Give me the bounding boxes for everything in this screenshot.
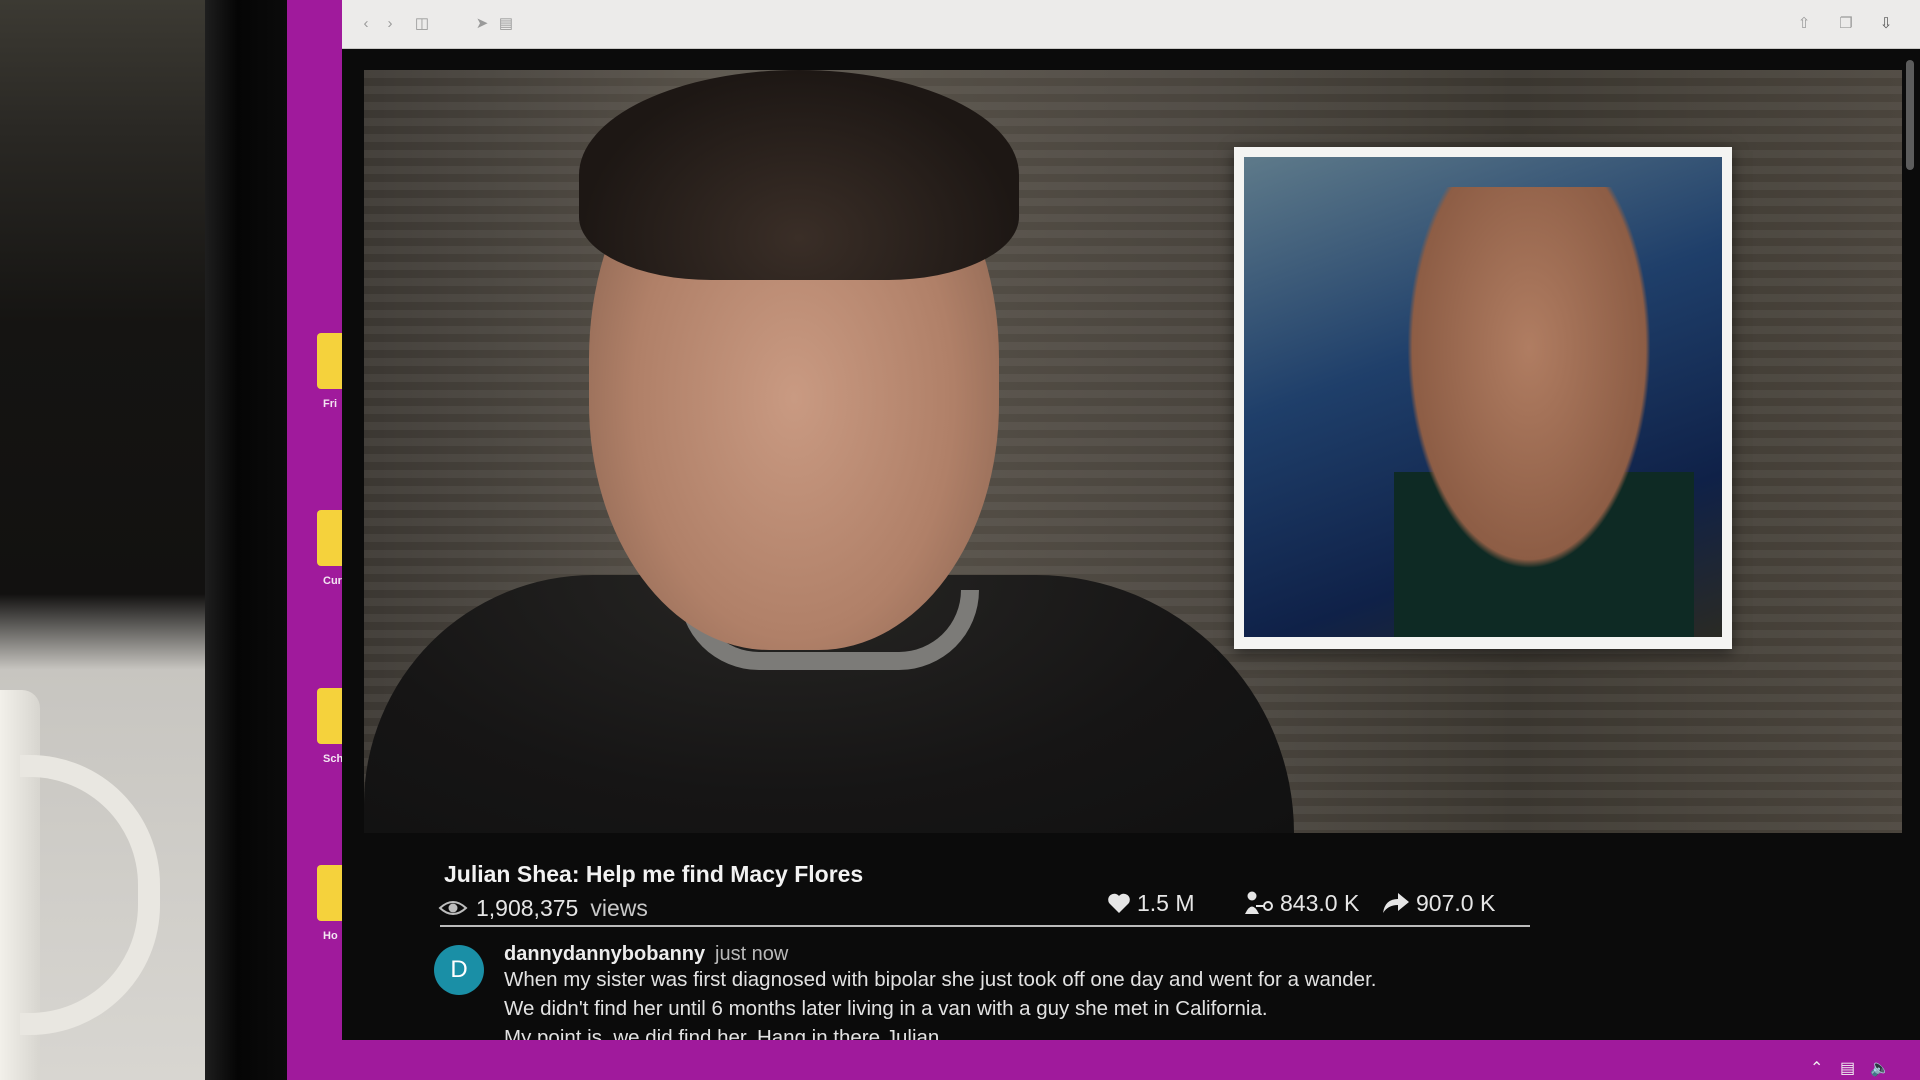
inset-photo (1244, 157, 1722, 637)
back-arrow-icon[interactable]: ‹ (358, 14, 374, 34)
scrollbar[interactable] (1906, 60, 1914, 170)
folder-icon[interactable] (317, 865, 343, 921)
tab-icon[interactable]: ▤ (498, 14, 514, 34)
views-row: 1,908,375 views (438, 893, 648, 923)
video-subject-hair (579, 70, 1019, 280)
monitor-bezel (205, 0, 287, 1080)
desktop-icon-label: Sch (323, 753, 344, 765)
views-label: views (590, 894, 648, 921)
desktop-icon-label: Cur (323, 575, 342, 587)
cursor-icon[interactable]: ➤ (474, 14, 490, 34)
inset-photo-frame (1234, 147, 1732, 649)
browser-window: ‹ › ◫ ➤ ▤ ⇧ ❐ ⇩ Julian Shea: Help me fin… (342, 0, 1920, 1049)
comment-author[interactable]: dannydannybobanny (504, 943, 705, 966)
video-info-panel: Julian Shea: Help me find Macy Flores 1,… (342, 833, 1920, 1049)
shares-count: 907.0 K (1416, 889, 1496, 916)
download-icon[interactable]: ⇩ (1878, 14, 1894, 34)
share-arrow-icon (1383, 893, 1409, 913)
forward-arrow-icon[interactable]: › (382, 14, 398, 34)
desktop-icon-label: Fri (323, 398, 338, 410)
connections-count: 843.0 K (1280, 889, 1360, 916)
likes-count: 1.5 M (1137, 889, 1195, 916)
comment-timestamp: just now (715, 943, 789, 965)
sidebar-icon[interactable]: ◫ (414, 14, 430, 34)
desktop-icon-label: Ho (323, 930, 338, 942)
shares-stat[interactable]: 907.0 K (1382, 887, 1495, 919)
folder-icon[interactable] (317, 688, 343, 744)
video-player[interactable] (364, 70, 1902, 833)
eye-icon (438, 901, 468, 915)
volume-icon[interactable]: 🔈 (1870, 1058, 1890, 1078)
share-icon[interactable]: ⇧ (1796, 14, 1812, 34)
chevron-up-icon[interactable]: ⌃ (1810, 1058, 1823, 1078)
tabs-overview-icon[interactable]: ❐ (1838, 14, 1854, 34)
video-title: Julian Shea: Help me find Macy Flores (444, 861, 864, 887)
taskbar (287, 1040, 1920, 1080)
browser-toolbar: ‹ › ◫ ➤ ▤ ⇧ ❐ ⇩ (342, 0, 1920, 49)
avatar[interactable]: D (434, 945, 484, 995)
connections-stat[interactable]: 843.0 K (1244, 887, 1359, 919)
views-count: 1,908,375 (476, 894, 579, 921)
comment-text-line: When my sister was first diagnosed with … (504, 968, 1377, 991)
folder-icon[interactable] (317, 510, 343, 566)
heart-icon (1108, 893, 1130, 913)
inset-photo-subject (1394, 187, 1694, 637)
network-icon[interactable]: ▤ (1840, 1058, 1855, 1078)
divider (440, 925, 1530, 927)
likes-stat[interactable]: 1.5 M (1107, 887, 1195, 919)
connections-icon (1245, 891, 1273, 914)
folder-icon[interactable] (317, 333, 343, 389)
comment-text-line: We didn't find her until 6 months later … (504, 997, 1268, 1020)
